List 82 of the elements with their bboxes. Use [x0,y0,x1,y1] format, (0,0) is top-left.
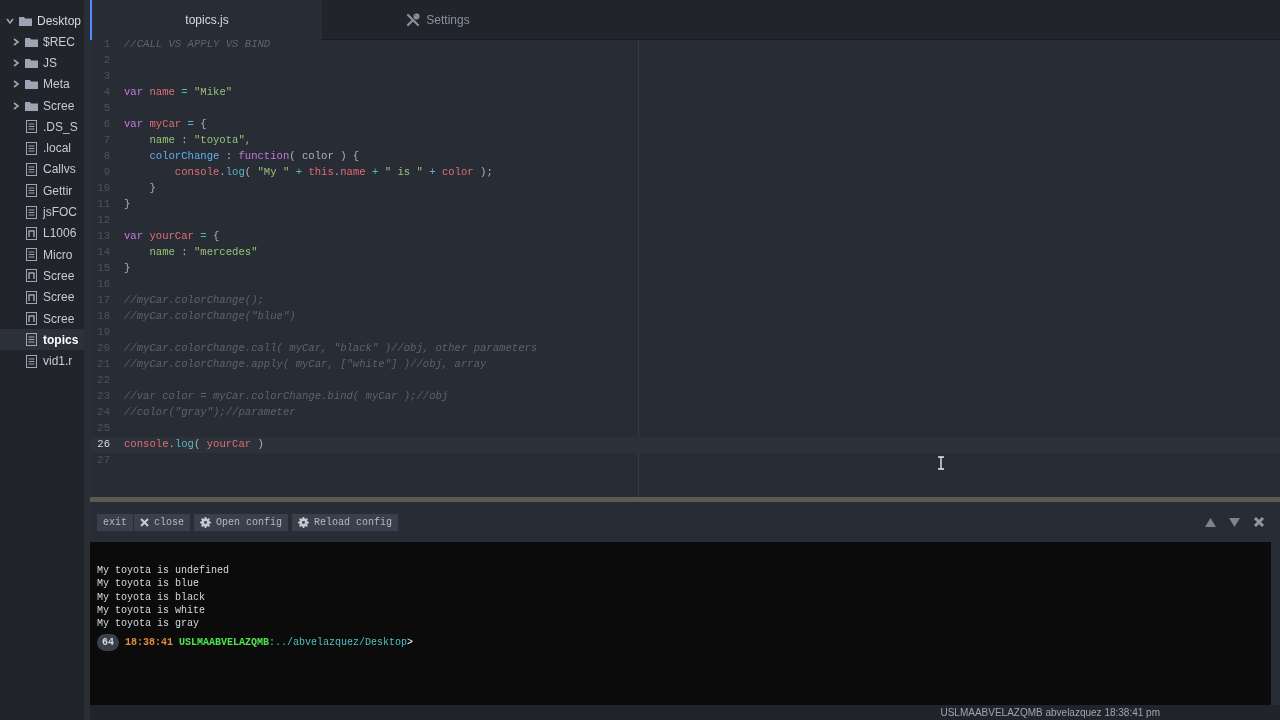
code-line: } [124,261,131,277]
output-line: My toyota is undefined [97,564,231,578]
down-arrow-icon [1229,516,1240,528]
settings-icon [200,516,212,528]
code-line: var yourCar = { [124,229,220,245]
folder-icon [19,15,32,27]
output-line: My toyota is white [97,603,207,618]
file-icon [25,354,38,368]
settings-icon [298,516,310,528]
code-line: //myCar.colorChange("blue") [124,309,296,325]
file-icon [25,141,38,155]
code-line: var name = "Mike" [124,85,233,101]
tree-item[interactable]: Gettir [0,180,84,202]
close-icon [140,517,149,527]
folder-icon [25,78,38,91]
code-line: //var color = myCar.colorChange.bind( myCar );//obj [124,389,449,405]
tools-icon [406,13,421,27]
tree-item[interactable]: Scree [0,94,84,117]
code-line: name : "toyota", [148,133,252,149]
chevron-right-icon [12,37,20,46]
code-line: //CALL VS APPLY VS BIND [124,40,271,53]
code-line: } [124,197,131,213]
output-line: My toyota is blue [97,577,201,591]
folder-icon [25,99,38,112]
status-text: USLMAABVELAZQMB abvelazquez 18:38:41 pm [940,706,1160,719]
exit-button[interactable]: exit [97,513,133,531]
code-line: //color("gray");//parameter [124,405,296,421]
file-icon [25,120,38,134]
tree-item[interactable]: topics [0,329,84,351]
media-file-icon [25,312,38,325]
tree-item[interactable]: Micro [0,243,84,266]
code-line: console.log( yourCar ) [124,437,264,453]
tree-item[interactable]: Scree [0,286,84,308]
tree-item[interactable]: Desktop [0,11,84,31]
chevron-down-icon [6,17,14,25]
code-line: } [148,181,156,197]
chevron-right-icon [12,58,20,67]
config-button[interactable]: Reload config [292,513,399,531]
code-line: //myCar.colorChange.call( myCar, "black" )//obj, other parameters [124,341,538,357]
terminal-output[interactable]: My toyota is undefined My toyota is blue My toyota is black My toyota is white My toyota is gray 64 18:38:41 USLMAABVELAZQMB:../abvelazquez/Desktop> [90,542,1271,705]
close-icon [1253,516,1265,528]
file-icon [25,248,38,262]
close-button[interactable]: close [134,513,191,531]
chevron-right-icon [12,101,20,110]
code-line: //myCar.colorChange.apply( myCar, ["white"] )//obj, array [124,357,487,373]
file-icon [25,184,38,198]
code-editor[interactable] [90,40,1280,497]
tree-item[interactable]: L1006 [0,222,84,244]
code-line: var myCar = { [124,117,207,133]
code-line: colorChange : function( color ) { [148,149,360,165]
tree-item[interactable]: .local [0,137,84,159]
tree-item[interactable]: .DS_S [0,116,84,138]
folder-icon [25,35,38,48]
tree-item[interactable]: Meta [0,73,84,95]
up-arrow-icon [1205,516,1216,528]
count-badge: 64 [97,634,119,652]
output-line: My toyota is gray [97,617,201,631]
folder-icon [25,56,38,69]
tab[interactable]: topics.js [90,0,322,40]
tree-item[interactable]: Callvs [0,158,84,181]
prompt-line: 18:38:41 USLMAABVELAZQMB:../abvelazquez/Desktop> [125,636,414,651]
tree-item[interactable]: vid1.r [0,350,84,372]
file-icon [25,333,38,347]
tree-item[interactable]: $REC [0,31,84,53]
text-cursor-icon [937,456,945,470]
media-file-icon [25,290,38,304]
output-line: My toyota is black [97,590,207,604]
code-line: name : "mercedes" [148,245,258,261]
line-number: 26 [96,437,110,453]
tree-item[interactable]: Scree [0,307,84,330]
media-file-icon [25,226,38,240]
tree-item[interactable]: JS [0,52,84,74]
code-line: //myCar.colorChange(); [124,293,264,309]
config-button[interactable]: Open config [194,513,289,531]
chevron-right-icon [12,80,20,89]
media-file-icon [25,269,38,283]
tree-item[interactable]: jsFOC [0,201,84,223]
tab[interactable]: Settings [322,0,554,40]
code-line: console.log( "My " + this.name + " is " + color ); [173,165,493,181]
file-icon [25,162,38,176]
file-icon [25,205,38,219]
tree-item[interactable]: Scree [0,265,84,287]
